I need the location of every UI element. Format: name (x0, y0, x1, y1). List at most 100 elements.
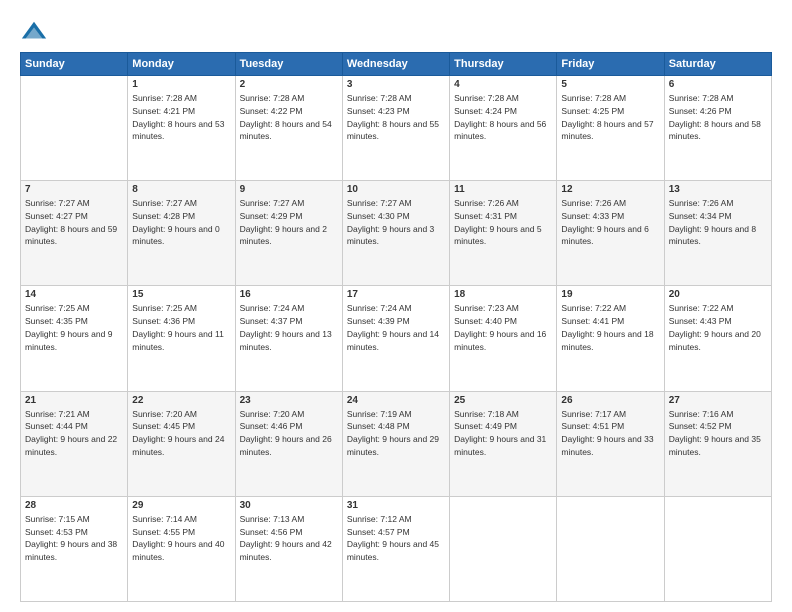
sunset: Sunset: 4:39 PM (347, 316, 410, 326)
sunset: Sunset: 4:27 PM (25, 211, 88, 221)
sunset: Sunset: 4:49 PM (454, 421, 517, 431)
daylight: Daylight: 9 hours and 9 minutes. (25, 329, 112, 352)
day-cell: 30 Sunrise: 7:13 AM Sunset: 4:56 PM Dayl… (235, 496, 342, 601)
day-info: Sunrise: 7:12 AM Sunset: 4:57 PM Dayligh… (347, 513, 445, 564)
day-cell (21, 76, 128, 181)
sunrise: Sunrise: 7:22 AM (561, 303, 626, 313)
sunset: Sunset: 4:28 PM (132, 211, 195, 221)
day-cell: 6 Sunrise: 7:28 AM Sunset: 4:26 PM Dayli… (664, 76, 771, 181)
day-cell (557, 496, 664, 601)
day-cell: 28 Sunrise: 7:15 AM Sunset: 4:53 PM Dayl… (21, 496, 128, 601)
day-number: 2 (240, 79, 338, 90)
week-row-1: 1 Sunrise: 7:28 AM Sunset: 4:21 PM Dayli… (21, 76, 772, 181)
day-cell: 17 Sunrise: 7:24 AM Sunset: 4:39 PM Dayl… (342, 286, 449, 391)
sunrise: Sunrise: 7:28 AM (347, 93, 412, 103)
day-info: Sunrise: 7:15 AM Sunset: 4:53 PM Dayligh… (25, 513, 123, 564)
sunrise: Sunrise: 7:27 AM (347, 198, 412, 208)
day-number: 11 (454, 184, 552, 195)
logo-icon (20, 18, 48, 46)
day-number: 31 (347, 500, 445, 511)
day-cell: 21 Sunrise: 7:21 AM Sunset: 4:44 PM Dayl… (21, 391, 128, 496)
day-cell: 29 Sunrise: 7:14 AM Sunset: 4:55 PM Dayl… (128, 496, 235, 601)
day-number: 24 (347, 395, 445, 406)
daylight: Daylight: 9 hours and 5 minutes. (454, 224, 541, 247)
day-number: 19 (561, 289, 659, 300)
sunset: Sunset: 4:55 PM (132, 527, 195, 537)
daylight: Daylight: 9 hours and 16 minutes. (454, 329, 546, 352)
day-info: Sunrise: 7:28 AM Sunset: 4:26 PM Dayligh… (669, 92, 767, 143)
weekday-header-wednesday: Wednesday (342, 53, 449, 76)
sunrise: Sunrise: 7:24 AM (347, 303, 412, 313)
day-number: 28 (25, 500, 123, 511)
weekday-header-friday: Friday (557, 53, 664, 76)
sunset: Sunset: 4:57 PM (347, 527, 410, 537)
day-cell: 14 Sunrise: 7:25 AM Sunset: 4:35 PM Dayl… (21, 286, 128, 391)
sunrise: Sunrise: 7:28 AM (561, 93, 626, 103)
day-cell: 12 Sunrise: 7:26 AM Sunset: 4:33 PM Dayl… (557, 181, 664, 286)
day-cell: 8 Sunrise: 7:27 AM Sunset: 4:28 PM Dayli… (128, 181, 235, 286)
daylight: Daylight: 9 hours and 22 minutes. (25, 434, 117, 457)
sunrise: Sunrise: 7:26 AM (454, 198, 519, 208)
sunset: Sunset: 4:48 PM (347, 421, 410, 431)
sunset: Sunset: 4:25 PM (561, 106, 624, 116)
day-info: Sunrise: 7:16 AM Sunset: 4:52 PM Dayligh… (669, 408, 767, 459)
weekday-header-thursday: Thursday (450, 53, 557, 76)
day-cell: 26 Sunrise: 7:17 AM Sunset: 4:51 PM Dayl… (557, 391, 664, 496)
day-number: 22 (132, 395, 230, 406)
sunrise: Sunrise: 7:25 AM (25, 303, 90, 313)
daylight: Daylight: 9 hours and 6 minutes. (561, 224, 648, 247)
day-info: Sunrise: 7:23 AM Sunset: 4:40 PM Dayligh… (454, 302, 552, 353)
sunset: Sunset: 4:37 PM (240, 316, 303, 326)
sunset: Sunset: 4:31 PM (454, 211, 517, 221)
day-info: Sunrise: 7:26 AM Sunset: 4:33 PM Dayligh… (561, 197, 659, 248)
sunset: Sunset: 4:23 PM (347, 106, 410, 116)
sunrise: Sunrise: 7:15 AM (25, 514, 90, 524)
day-cell (664, 496, 771, 601)
day-info: Sunrise: 7:28 AM Sunset: 4:25 PM Dayligh… (561, 92, 659, 143)
day-info: Sunrise: 7:27 AM Sunset: 4:27 PM Dayligh… (25, 197, 123, 248)
week-row-2: 7 Sunrise: 7:27 AM Sunset: 4:27 PM Dayli… (21, 181, 772, 286)
daylight: Daylight: 9 hours and 18 minutes. (561, 329, 653, 352)
sunset: Sunset: 4:26 PM (669, 106, 732, 116)
weekday-header-row: SundayMondayTuesdayWednesdayThursdayFrid… (21, 53, 772, 76)
daylight: Daylight: 9 hours and 0 minutes. (132, 224, 219, 247)
sunset: Sunset: 4:35 PM (25, 316, 88, 326)
day-info: Sunrise: 7:26 AM Sunset: 4:34 PM Dayligh… (669, 197, 767, 248)
day-number: 20 (669, 289, 767, 300)
sunset: Sunset: 4:24 PM (454, 106, 517, 116)
day-cell: 20 Sunrise: 7:22 AM Sunset: 4:43 PM Dayl… (664, 286, 771, 391)
day-cell: 18 Sunrise: 7:23 AM Sunset: 4:40 PM Dayl… (450, 286, 557, 391)
day-cell: 22 Sunrise: 7:20 AM Sunset: 4:45 PM Dayl… (128, 391, 235, 496)
sunset: Sunset: 4:45 PM (132, 421, 195, 431)
daylight: Daylight: 9 hours and 40 minutes. (132, 539, 224, 562)
sunrise: Sunrise: 7:17 AM (561, 409, 626, 419)
day-number: 6 (669, 79, 767, 90)
sunrise: Sunrise: 7:25 AM (132, 303, 197, 313)
day-cell: 23 Sunrise: 7:20 AM Sunset: 4:46 PM Dayl… (235, 391, 342, 496)
daylight: Daylight: 8 hours and 54 minutes. (240, 119, 332, 142)
day-cell: 19 Sunrise: 7:22 AM Sunset: 4:41 PM Dayl… (557, 286, 664, 391)
day-cell: 15 Sunrise: 7:25 AM Sunset: 4:36 PM Dayl… (128, 286, 235, 391)
sunset: Sunset: 4:34 PM (669, 211, 732, 221)
weekday-header-monday: Monday (128, 53, 235, 76)
day-cell: 24 Sunrise: 7:19 AM Sunset: 4:48 PM Dayl… (342, 391, 449, 496)
day-number: 13 (669, 184, 767, 195)
daylight: Daylight: 8 hours and 59 minutes. (25, 224, 117, 247)
day-number: 1 (132, 79, 230, 90)
day-number: 9 (240, 184, 338, 195)
day-info: Sunrise: 7:24 AM Sunset: 4:39 PM Dayligh… (347, 302, 445, 353)
daylight: Daylight: 9 hours and 33 minutes. (561, 434, 653, 457)
day-info: Sunrise: 7:19 AM Sunset: 4:48 PM Dayligh… (347, 408, 445, 459)
sunset: Sunset: 4:53 PM (25, 527, 88, 537)
day-info: Sunrise: 7:28 AM Sunset: 4:24 PM Dayligh… (454, 92, 552, 143)
day-number: 21 (25, 395, 123, 406)
sunrise: Sunrise: 7:22 AM (669, 303, 734, 313)
sunset: Sunset: 4:22 PM (240, 106, 303, 116)
day-info: Sunrise: 7:27 AM Sunset: 4:28 PM Dayligh… (132, 197, 230, 248)
day-info: Sunrise: 7:22 AM Sunset: 4:43 PM Dayligh… (669, 302, 767, 353)
daylight: Daylight: 9 hours and 42 minutes. (240, 539, 332, 562)
day-info: Sunrise: 7:27 AM Sunset: 4:29 PM Dayligh… (240, 197, 338, 248)
sunrise: Sunrise: 7:27 AM (25, 198, 90, 208)
calendar-table: SundayMondayTuesdayWednesdayThursdayFrid… (20, 52, 772, 602)
sunset: Sunset: 4:52 PM (669, 421, 732, 431)
